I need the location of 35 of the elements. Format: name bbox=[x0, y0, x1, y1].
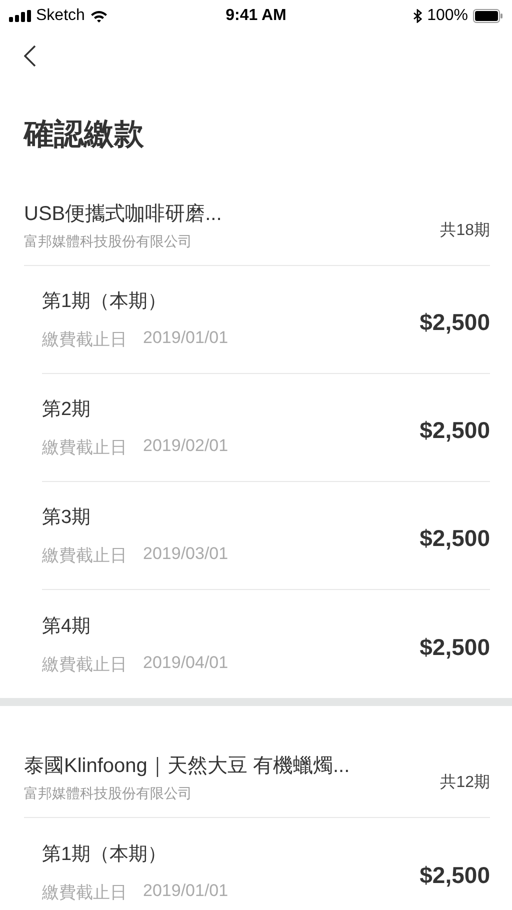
due-label: 繳費截止日 bbox=[42, 654, 127, 676]
wifi-icon bbox=[90, 10, 108, 22]
due-date: 2019/01/01 bbox=[143, 328, 228, 349]
signal-icon bbox=[9, 10, 31, 22]
installment-label: 第1期（本期） bbox=[42, 842, 168, 866]
battery-icon bbox=[472, 9, 503, 23]
back-icon[interactable] bbox=[24, 45, 36, 67]
installment-label: 第4期 bbox=[42, 614, 92, 638]
installment-label: 第3期 bbox=[42, 506, 92, 530]
bluetooth-icon bbox=[413, 9, 422, 23]
product-name: 泰國Klinfoong｜天然大豆 有機蠟燭... bbox=[24, 754, 350, 779]
due-date: 2019/01/01 bbox=[143, 880, 228, 902]
due-label: 繳費截止日 bbox=[42, 545, 127, 567]
product-name: USB便攜式咖啡研磨... bbox=[24, 202, 222, 227]
due-date: 2019/03/01 bbox=[143, 544, 228, 565]
status-time: 9:41 AM bbox=[226, 7, 286, 25]
amount: $2,500 bbox=[420, 308, 490, 336]
merchant-name: 富邦媒體科技股份有限公司 bbox=[24, 233, 193, 251]
due-date: 2019/04/01 bbox=[143, 652, 228, 674]
due-label: 繳費截止日 bbox=[42, 437, 127, 459]
amount: $2,500 bbox=[420, 860, 490, 888]
merchant-name: 富邦媒體科技股份有限公司 bbox=[24, 785, 193, 803]
installment-label: 第2期 bbox=[42, 398, 92, 422]
amount: $2,500 bbox=[420, 524, 490, 552]
due-label: 繳費截止日 bbox=[42, 882, 127, 904]
battery-percent: 100% bbox=[427, 7, 468, 25]
carrier-name: Sketch bbox=[36, 7, 85, 25]
due-date: 2019/02/01 bbox=[143, 436, 228, 457]
installment-total: 共18期 bbox=[440, 220, 490, 241]
page-title: 確認繳款 bbox=[22, 117, 145, 153]
amount: $2,500 bbox=[420, 416, 490, 444]
installment-total: 共12期 bbox=[440, 772, 490, 793]
installment-label: 第1期（本期） bbox=[42, 290, 168, 314]
amount: $2,500 bbox=[420, 632, 490, 660]
due-label: 繳費截止日 bbox=[42, 329, 127, 351]
